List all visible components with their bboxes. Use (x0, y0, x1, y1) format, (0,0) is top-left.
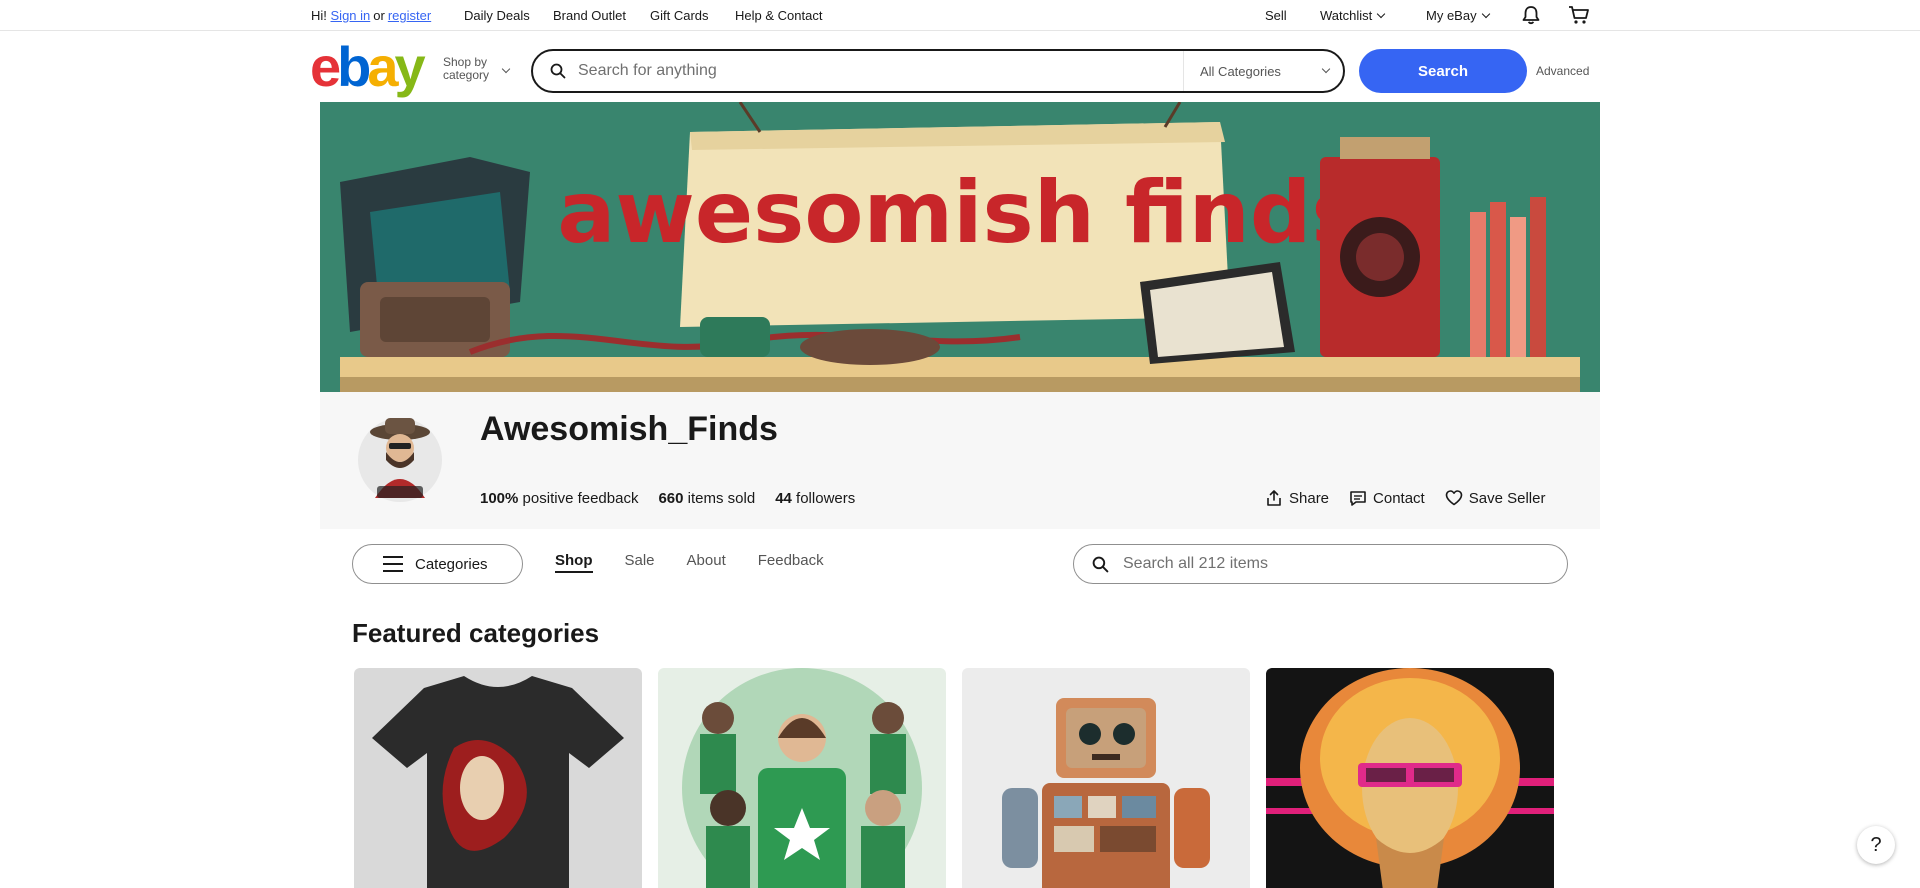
tshirt-image (354, 668, 642, 888)
notification-bell-icon[interactable] (1521, 5, 1541, 25)
search-icon (1092, 556, 1109, 572)
items-sold-value: 660 (658, 490, 684, 507)
category-card-robots[interactable] (962, 668, 1250, 888)
banner-text: awesomish finds (557, 163, 1362, 263)
category-card-sports[interactable] (658, 668, 946, 888)
help-contact-link[interactable]: Help & Contact (735, 8, 822, 23)
banner-illustration: awesomish finds (320, 102, 1600, 392)
followers-label: followers (796, 490, 856, 507)
tab-sale[interactable]: Sale (625, 552, 655, 573)
greeting-area: Hi! Sign in or register (311, 8, 431, 23)
share-icon (1267, 490, 1281, 506)
tab-shop[interactable]: Shop (555, 552, 593, 573)
store-banner: awesomish finds (320, 102, 1600, 392)
save-seller-button[interactable]: Save Seller (1445, 489, 1546, 507)
store-search-input[interactable] (1123, 555, 1543, 573)
contact-button[interactable]: Contact (1349, 489, 1425, 507)
daily-deals-link[interactable]: Daily Deals (464, 8, 530, 23)
store-search-bar (1073, 544, 1568, 584)
store-stats: 100% positive feedback 660 items sold 44… (480, 490, 855, 507)
featured-categories-heading: Featured categories (352, 618, 600, 648)
logo-letter-e: e (310, 35, 341, 98)
share-label: Share (1289, 489, 1330, 507)
watchlist-menu[interactable]: Watchlist (1320, 8, 1386, 23)
chevron-down-icon (1377, 9, 1386, 19)
store-tabs: Shop Sale About Feedback (555, 552, 824, 573)
store-avatar[interactable] (355, 410, 445, 510)
search-icon (550, 63, 566, 79)
followers-stat: 44 followers (775, 490, 855, 507)
top-utility-bar: Hi! Sign in or register Daily Deals Bran… (0, 0, 1920, 31)
or-text: or (373, 8, 385, 23)
register-link[interactable]: register (388, 8, 431, 23)
followers-value: 44 (775, 490, 792, 507)
shop-by-category-button[interactable]: Shop by category (443, 56, 489, 82)
main-search-bar: All Categories (531, 49, 1345, 93)
chevron-down-icon (501, 64, 511, 74)
feedback-stat[interactable]: 100% positive feedback (480, 490, 638, 507)
advanced-search-link[interactable]: Advanced (1536, 64, 1589, 78)
share-button[interactable]: Share (1265, 489, 1329, 507)
search-button[interactable]: Search (1359, 49, 1527, 93)
categories-button[interactable]: Categories (352, 544, 523, 584)
chevron-down-icon (1321, 64, 1331, 74)
greeting-text: Hi! (311, 8, 327, 23)
items-sold-stat: 660 items sold (658, 490, 755, 507)
category-label: category (443, 68, 490, 82)
menu-icon (383, 556, 403, 572)
sign-in-link[interactable]: Sign in (331, 8, 371, 23)
categories-label: Categories (415, 555, 488, 573)
logo-letter-y: y (394, 35, 426, 98)
save-seller-label: Save Seller (1468, 489, 1546, 507)
items-sold-label: items sold (687, 490, 756, 507)
watchlist-label: Watchlist (1320, 8, 1373, 23)
tab-about[interactable]: About (687, 552, 726, 573)
category-card-tshirts[interactable] (354, 668, 642, 888)
my-ebay-label: My eBay (1426, 8, 1477, 23)
category-select[interactable]: All Categories (1183, 51, 1345, 91)
heart-icon (1445, 490, 1463, 506)
logo-letter-b: b (337, 35, 371, 98)
featured-categories-list (354, 668, 1554, 888)
my-ebay-menu[interactable]: My eBay (1426, 8, 1490, 23)
ebay-logo[interactable]: ebay (310, 39, 426, 95)
cart-icon[interactable] (1568, 5, 1590, 25)
retro-rocker-image (1266, 668, 1554, 888)
sell-link[interactable]: Sell (1265, 8, 1287, 23)
store-actions: Share Contact Save Seller (1265, 489, 1545, 507)
logo-letter-a: a (367, 35, 398, 98)
category-card-retro-art[interactable] (1266, 668, 1554, 888)
store-name: Awesomish_Finds (480, 410, 778, 448)
soccer-team-image (658, 668, 946, 888)
brand-outlet-link[interactable]: Brand Outlet (553, 8, 626, 23)
robot-image (962, 668, 1250, 888)
help-button[interactable]: ? (1857, 826, 1895, 864)
feedback-value: 100% (480, 490, 519, 507)
search-input[interactable] (578, 62, 1158, 80)
feedback-label: positive feedback (522, 490, 639, 507)
message-icon (1350, 491, 1366, 506)
gift-cards-link[interactable]: Gift Cards (650, 8, 709, 23)
contact-label: Contact (1373, 489, 1425, 507)
chevron-down-icon (1481, 9, 1490, 19)
tab-feedback[interactable]: Feedback (758, 552, 824, 573)
category-select-value: All Categories (1200, 64, 1281, 79)
